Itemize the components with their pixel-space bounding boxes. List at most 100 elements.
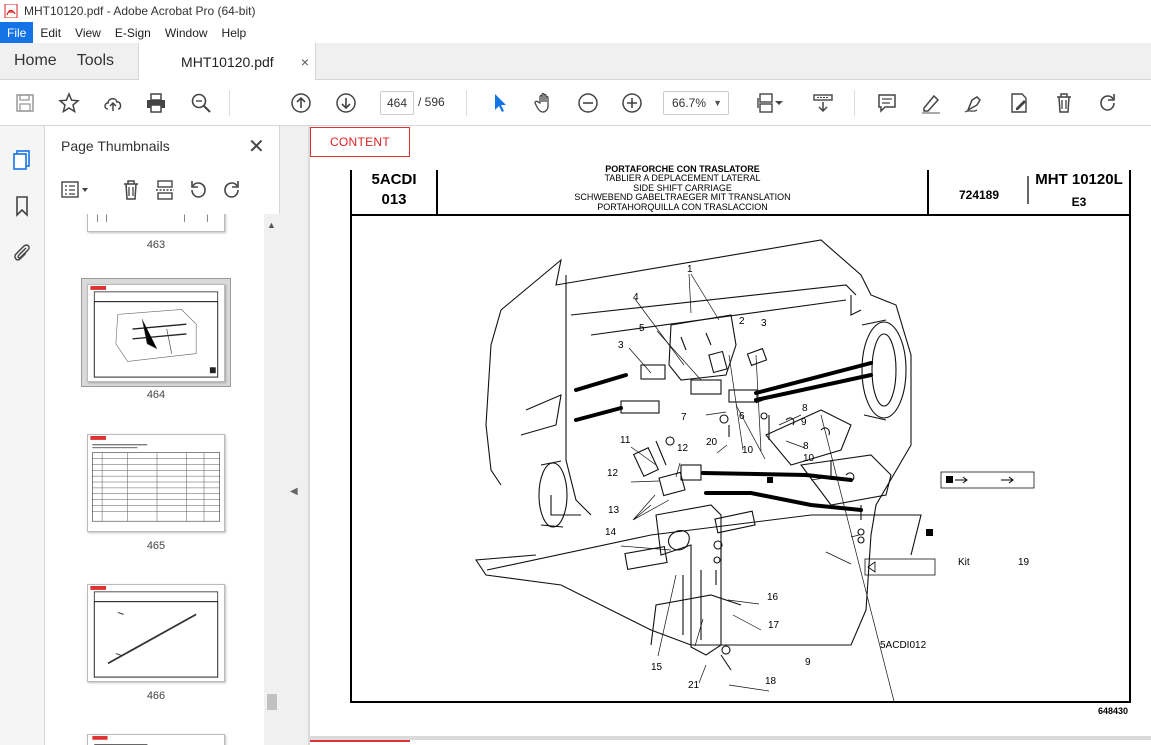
zoom-level-select[interactable]: 66.7% ▼	[663, 91, 729, 115]
panel-splitter[interactable]: ◀	[280, 126, 308, 745]
thumbnail-list: 463 464 465 466	[45, 214, 264, 745]
section-code: 5ACDI 013	[351, 170, 437, 210]
cross-ref-label[interactable]: 5ACDI012	[880, 640, 926, 651]
callout-20: 20	[706, 437, 718, 448]
highlight-pen-icon[interactable]	[918, 90, 944, 116]
close-icon[interactable]: ✕	[248, 134, 265, 159]
comment-icon[interactable]	[874, 90, 900, 116]
save-icon[interactable]	[12, 90, 38, 116]
document-tab-close-icon[interactable]: ×	[301, 54, 309, 70]
collapse-panel-arrow-icon[interactable]: ◀	[290, 486, 298, 497]
menu-edit[interactable]: Edit	[33, 22, 68, 43]
section-code-top: 5ACDI	[371, 171, 417, 188]
menu-view[interactable]: View	[68, 22, 108, 43]
document-tab[interactable]: MHT10120.pdf ×	[138, 43, 317, 80]
thumbnail-page-463[interactable]	[87, 214, 225, 232]
tabs-row: Home Tools MHT10120.pdf ×	[0, 43, 1151, 80]
thumbnail-label: 464	[146, 389, 166, 401]
callout-10: 10	[803, 453, 815, 464]
menu-help[interactable]: Help	[215, 22, 254, 43]
callout-14: 14	[605, 527, 617, 538]
menu-window[interactable]: Window	[158, 22, 215, 43]
print-icon[interactable]	[143, 90, 169, 116]
callout-2: 2	[739, 316, 745, 327]
menu-esign[interactable]: E-Sign	[108, 22, 158, 43]
select-cursor-icon[interactable]	[487, 90, 513, 116]
model-number: MHT 10120L	[1035, 171, 1123, 188]
callout-8: 8	[802, 403, 808, 414]
zoom-in-icon[interactable]	[619, 90, 645, 116]
hand-tool-icon[interactable]	[531, 90, 557, 116]
main-toolbar: 464 / 596 66.7% ▼	[0, 80, 1151, 126]
callout-16: 16	[767, 592, 779, 603]
callout-10: 10	[742, 445, 754, 456]
thumbnail-page-465[interactable]	[87, 434, 225, 532]
cross-ref-box	[864, 558, 936, 576]
kit-note-label: Kit	[958, 557, 970, 568]
attachments-paperclip-icon[interactable]	[10, 240, 34, 264]
previous-page-icon[interactable]	[288, 90, 314, 116]
delete-page-icon[interactable]	[119, 178, 143, 202]
toolbar-divider	[466, 90, 467, 116]
callout-13: 13	[608, 505, 620, 516]
thumbnail-page-467[interactable]	[87, 734, 225, 745]
thumbnail-page-466[interactable]	[87, 584, 225, 682]
callout-11: 11	[620, 435, 631, 446]
next-page-icon[interactable]	[333, 90, 359, 116]
tab-tools[interactable]: Tools	[71, 43, 128, 79]
acrobat-app-icon	[4, 4, 18, 18]
bookmark-star-icon[interactable]	[56, 90, 82, 116]
callout-15: 15	[651, 662, 663, 673]
thumbnail-options-icon[interactable]	[59, 178, 93, 202]
title-bar: MHT10120.pdf - Adobe Acrobat Pro (64-bit…	[0, 0, 1151, 22]
bookmarks-icon[interactable]	[10, 194, 34, 218]
kit-note-box	[940, 471, 1035, 489]
callout-12: 12	[677, 443, 689, 454]
callout-6: 6	[739, 411, 745, 422]
callout-18: 18	[765, 676, 777, 687]
zoom-search-icon[interactable]	[188, 90, 214, 116]
edition-code: E3	[1071, 195, 1087, 209]
page-number-input[interactable]: 464	[380, 91, 414, 115]
menu-file[interactable]: File	[0, 22, 34, 43]
callout-17: 17	[768, 620, 780, 631]
callout-9: 9	[805, 657, 811, 668]
callout-7: 7	[681, 412, 687, 423]
reference-number: 724189	[958, 188, 1000, 202]
callout-3: 3	[761, 318, 767, 329]
panel-title: Page Thumbnails	[61, 138, 170, 154]
document-viewer[interactable]: CONTENT 5ACDI 013 PORTAFORCHE CON TRASLA…	[308, 126, 1151, 745]
rotate-counterclockwise-icon[interactable]	[186, 178, 210, 202]
upload-cloud-icon[interactable]	[100, 90, 126, 116]
zoom-level-value: 66.7%	[672, 96, 707, 110]
rotate-clockwise-icon[interactable]	[220, 178, 244, 202]
callout-3: 3	[618, 340, 624, 351]
thumbnail-toolbar	[55, 176, 275, 204]
title-line-es: PORTAHORQUILLA CON TRASLACCION	[597, 201, 768, 212]
toolbar-divider	[854, 90, 855, 116]
pdf-next-page	[310, 740, 1151, 745]
page-total-label: / 596	[418, 95, 445, 109]
scroll-mode-icon[interactable]	[810, 90, 836, 116]
sign-pen-icon[interactable]	[961, 90, 987, 116]
kit-note-ref: 19	[1018, 557, 1030, 568]
exploded-parts-diagram: 123345677889910101112121314151617182021	[475, 239, 1035, 702]
callout-12: 12	[607, 468, 619, 479]
chevron-down-icon[interactable]	[772, 90, 786, 116]
tab-home[interactable]: Home	[0, 43, 71, 79]
delete-trash-icon[interactable]	[1051, 90, 1077, 116]
thumbnail-scrollbar[interactable]: ▲	[264, 214, 280, 745]
callout-5: 5	[639, 323, 645, 334]
toolbar-divider	[229, 90, 230, 116]
scrollbar-thumb[interactable]	[267, 694, 277, 710]
page-thumbnails-icon[interactable]	[10, 148, 34, 172]
extract-page-icon[interactable]	[153, 178, 177, 202]
zoom-out-icon[interactable]	[575, 90, 601, 116]
redo-rotate-icon[interactable]	[1095, 90, 1121, 116]
callout-1: 1	[687, 264, 693, 275]
next-page-content-button-edge	[310, 740, 410, 744]
section-title-block: PORTAFORCHE CON TRASLATORE TABLIER A DEP…	[437, 164, 928, 212]
scroll-up-arrow-icon[interactable]: ▲	[267, 220, 276, 230]
thumbnail-page-464[interactable]	[87, 284, 225, 382]
edit-pdf-icon[interactable]	[1006, 90, 1032, 116]
